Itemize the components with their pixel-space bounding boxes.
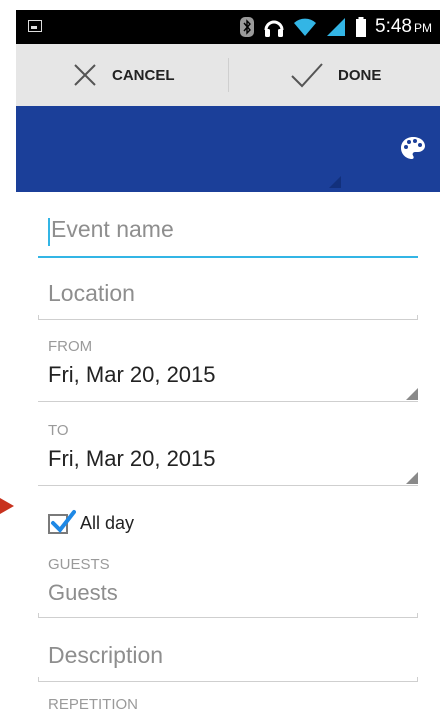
bluetooth-icon xyxy=(240,17,255,37)
header-corner-triangle xyxy=(329,176,341,188)
dropdown-triangle-icon xyxy=(406,472,418,484)
palette-icon[interactable] xyxy=(400,136,426,160)
action-bar: CANCEL DONE xyxy=(16,44,440,106)
done-label: DONE xyxy=(338,66,382,84)
location-underline xyxy=(38,315,418,320)
color-header xyxy=(16,106,440,192)
repetition-section: REPETITION xyxy=(38,696,418,712)
description-underline xyxy=(38,677,418,682)
guests-label: GUESTS xyxy=(48,556,110,573)
close-icon xyxy=(74,64,96,86)
from-date-spinner[interactable]: FROM Fri, Mar 20, 2015 xyxy=(38,336,418,402)
to-date-spinner[interactable]: TO Fri, Mar 20, 2015 xyxy=(38,420,418,486)
guests-underline xyxy=(38,613,418,618)
guests-field[interactable]: GUESTS Guests xyxy=(38,556,418,618)
to-label: TO xyxy=(48,422,69,439)
dropdown-triangle-icon xyxy=(406,388,418,400)
repetition-label: REPETITION xyxy=(48,696,139,712)
all-day-check-icon xyxy=(51,510,76,534)
description-placeholder: Description xyxy=(48,642,164,668)
to-underline xyxy=(38,485,418,486)
to-date-value: Fri, Mar 20, 2015 xyxy=(48,446,216,471)
red-annotation-arrow xyxy=(0,498,14,514)
signal-icon xyxy=(327,18,346,36)
location-placeholder: Location xyxy=(48,280,135,306)
event-name-field[interactable]: Event name xyxy=(38,210,418,258)
status-ampm: PM xyxy=(414,21,432,35)
from-date-value: Fri, Mar 20, 2015 xyxy=(48,362,216,387)
cancel-button[interactable]: CANCEL xyxy=(72,44,175,106)
action-bar-divider xyxy=(228,58,229,92)
text-cursor xyxy=(48,218,50,246)
check-icon xyxy=(291,63,323,88)
wifi-icon xyxy=(294,18,317,36)
event-name-placeholder: Event name xyxy=(51,216,174,242)
description-field[interactable]: Description xyxy=(38,638,418,682)
status-bar: 5:48 PM xyxy=(16,10,440,44)
app-screen: 5:48 PM CANCEL DONE Event name Location … xyxy=(16,10,440,712)
event-name-underline xyxy=(38,256,418,258)
guests-placeholder: Guests xyxy=(48,580,118,605)
headset-icon xyxy=(264,20,284,37)
from-underline xyxy=(38,401,418,402)
done-button[interactable]: DONE xyxy=(290,44,381,106)
status-icons: 5:48 PM xyxy=(239,14,432,40)
battery-icon xyxy=(356,17,367,37)
location-field[interactable]: Location xyxy=(38,276,418,320)
cancel-label: CANCEL xyxy=(112,66,175,84)
all-day-label[interactable]: All day xyxy=(80,513,134,534)
image-icon xyxy=(28,20,42,32)
from-label: FROM xyxy=(48,338,93,355)
status-time: 5:48 xyxy=(375,16,412,37)
